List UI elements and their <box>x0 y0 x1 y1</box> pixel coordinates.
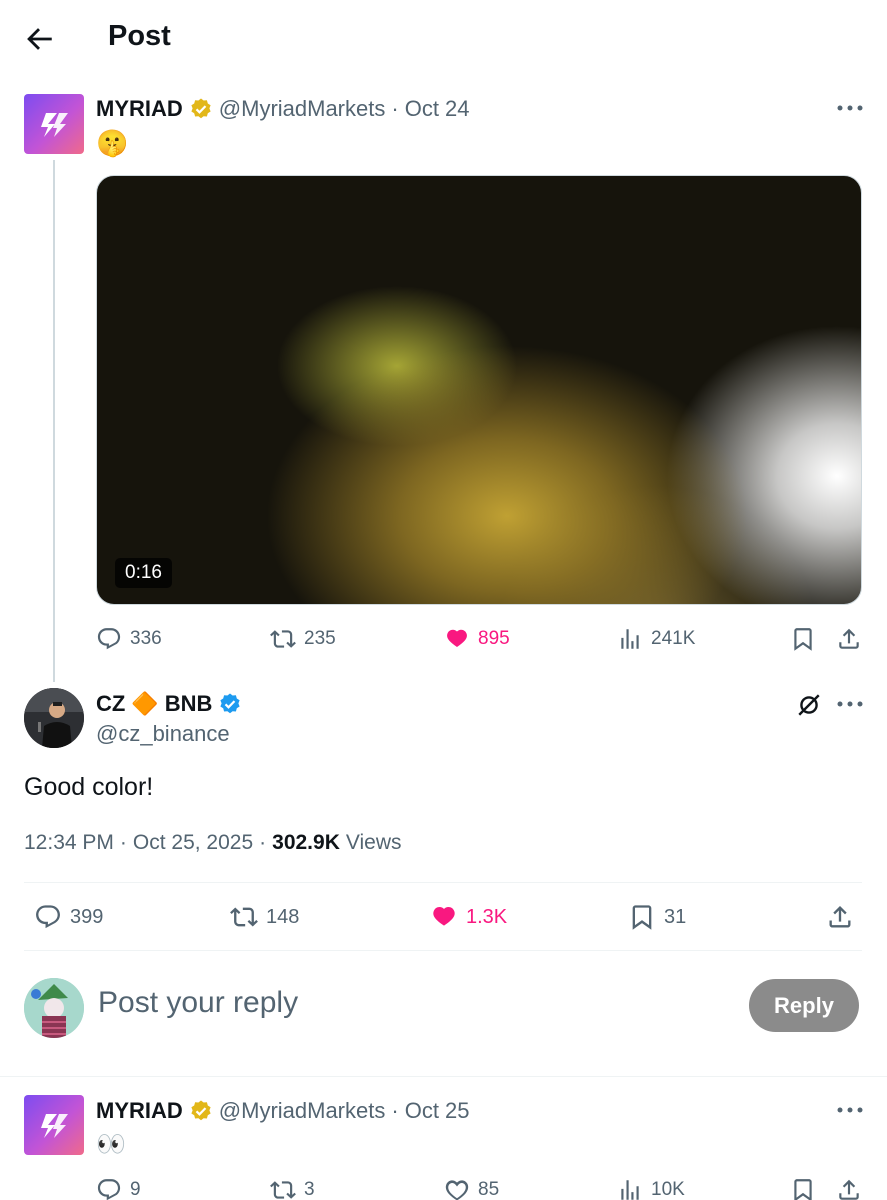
reply-icon <box>96 626 122 652</box>
page-title: Post <box>108 20 171 52</box>
views-count: 10K <box>651 1179 685 1200</box>
repost-icon <box>230 903 258 931</box>
share-button[interactable] <box>836 1177 862 1200</box>
author-name-suffix[interactable]: BNB <box>165 691 213 717</box>
reply-action[interactable]: 9 <box>96 1177 141 1200</box>
more-options-icon[interactable] <box>835 101 865 115</box>
post-date[interactable]: Oct 24 <box>405 96 470 122</box>
reply-icon <box>96 1177 122 1200</box>
myriad-avatar[interactable] <box>24 1095 84 1155</box>
heart-filled-icon <box>444 626 470 652</box>
diamond-emoji: 🔶 <box>131 691 159 716</box>
repost-icon <box>270 1177 296 1200</box>
reply-icon <box>34 903 62 931</box>
repost-count: 148 <box>266 905 300 928</box>
like-action[interactable]: 895 <box>444 626 510 652</box>
cz-avatar[interactable] <box>24 688 84 748</box>
bookmark-icon <box>790 1177 816 1200</box>
post-date[interactable]: Oct 25, 2025 <box>133 831 253 855</box>
thread-connector-line <box>53 160 55 682</box>
bookmark-count: 31 <box>664 905 687 928</box>
verified-gold-badge-icon <box>189 97 213 121</box>
video-duration-badge: 0:16 <box>115 558 172 588</box>
reply-count: 336 <box>130 628 162 649</box>
separator-dot: · <box>119 831 127 854</box>
reply-count: 399 <box>70 905 104 928</box>
author-name[interactable]: CZ <box>96 691 125 717</box>
bookmark-action[interactable]: 31 <box>628 903 686 931</box>
share-icon <box>836 1177 862 1200</box>
author-name[interactable]: MYRIAD <box>96 1098 183 1124</box>
bookmark-button[interactable] <box>790 626 816 652</box>
reply-input[interactable] <box>98 986 698 1020</box>
share-button[interactable] <box>836 626 862 652</box>
divider <box>24 882 862 883</box>
user-avatar[interactable] <box>24 978 84 1038</box>
repost-action[interactable]: 148 <box>230 903 299 931</box>
repost-icon <box>270 626 296 652</box>
share-icon <box>826 903 854 931</box>
post-text: Good color! <box>24 773 154 801</box>
like-action[interactable]: 85 <box>444 1177 499 1200</box>
like-count: 1.3K <box>466 905 508 928</box>
analytics-icon <box>617 1177 643 1200</box>
share-icon <box>836 626 862 652</box>
like-action[interactable]: 1.3K <box>430 903 507 931</box>
analytics-icon <box>617 626 643 652</box>
separator-dot: · <box>391 1098 399 1123</box>
author-handle[interactable]: @cz_binance <box>96 721 230 747</box>
more-options-icon[interactable] <box>835 697 865 711</box>
video-media[interactable]: 0:16 <box>96 175 862 605</box>
reply-count: 9 <box>130 1179 141 1200</box>
heart-filled-icon <box>430 903 458 931</box>
verified-blue-badge-icon <box>218 692 242 716</box>
views-action[interactable]: 10K <box>617 1177 685 1200</box>
like-count: 895 <box>478 628 510 649</box>
bookmark-button[interactable] <box>790 1177 816 1200</box>
views-action[interactable]: 241K <box>617 626 695 652</box>
reply-action[interactable]: 336 <box>96 626 162 652</box>
repost-count: 3 <box>304 1179 315 1200</box>
post-text: 🤫 <box>96 128 129 158</box>
post-date[interactable]: Oct 25 <box>405 1098 470 1124</box>
author-name[interactable]: MYRIAD <box>96 96 183 122</box>
post-time[interactable]: 12:34 PM <box>24 831 114 855</box>
divider <box>24 950 862 951</box>
share-button[interactable] <box>826 903 854 931</box>
repost-count: 235 <box>304 628 336 649</box>
separator-dot: · <box>259 831 267 854</box>
views-count: 302.9K <box>272 831 340 854</box>
views-count: 241K <box>651 628 696 649</box>
myriad-avatar[interactable] <box>24 94 84 154</box>
more-options-icon[interactable] <box>835 1103 865 1117</box>
author-handle[interactable]: @MyriadMarkets <box>219 1098 386 1124</box>
like-count: 85 <box>478 1179 500 1200</box>
repost-action[interactable]: 3 <box>270 1177 315 1200</box>
repost-action[interactable]: 235 <box>270 626 336 652</box>
section-divider <box>0 1076 887 1077</box>
grok-icon[interactable] <box>796 692 822 718</box>
separator-dot: · <box>391 96 399 121</box>
author-handle[interactable]: @MyriadMarkets <box>219 96 386 122</box>
post-text: 👀 <box>96 1131 126 1158</box>
reply-action[interactable]: 399 <box>34 903 103 931</box>
bookmark-icon <box>628 903 656 931</box>
heart-outline-icon <box>444 1177 470 1200</box>
reply-button[interactable]: Reply <box>749 979 859 1032</box>
verified-gold-badge-icon <box>189 1099 213 1123</box>
back-arrow-icon[interactable] <box>22 22 56 56</box>
views-label: Views <box>345 831 402 854</box>
bookmark-icon <box>790 626 816 652</box>
